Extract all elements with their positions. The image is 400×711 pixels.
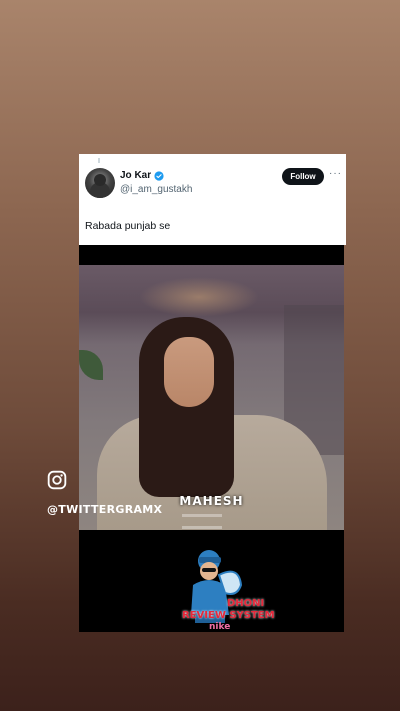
instagram-icon[interactable] bbox=[47, 470, 67, 490]
video-frame[interactable]: MAHESH bbox=[79, 265, 344, 530]
tweet-card: Jo Kar @i_am_gustakh Follow ··· Rabada p… bbox=[79, 154, 346, 245]
blurred-background bbox=[139, 277, 259, 317]
tweet-media[interactable]: MAHESH DHONI REVIEW SYSTEM nike bbox=[79, 245, 344, 632]
brand-line-3: nike bbox=[209, 622, 231, 632]
avatar[interactable] bbox=[85, 168, 115, 198]
follow-button[interactable]: Follow bbox=[282, 168, 324, 185]
thread-line bbox=[98, 158, 100, 163]
brand-line-2: REVIEW SYSTEM bbox=[182, 610, 275, 621]
person-face bbox=[164, 337, 214, 407]
verified-badge-icon bbox=[154, 170, 164, 181]
caption-subline bbox=[182, 514, 222, 517]
more-options-icon[interactable]: ··· bbox=[329, 168, 342, 179]
tweet-text: Rabada punjab se bbox=[85, 220, 171, 232]
display-name[interactable]: Jo Kar bbox=[120, 170, 151, 181]
user-handle[interactable]: @i_am_gustakh bbox=[120, 184, 192, 195]
brand-line-1: DHONI bbox=[227, 598, 265, 609]
instagram-handle[interactable]: @TWITTERGRAMX bbox=[47, 503, 162, 516]
caption-subline bbox=[182, 526, 222, 529]
name-row: Jo Kar bbox=[120, 170, 164, 181]
plant-decoration bbox=[79, 350, 103, 380]
